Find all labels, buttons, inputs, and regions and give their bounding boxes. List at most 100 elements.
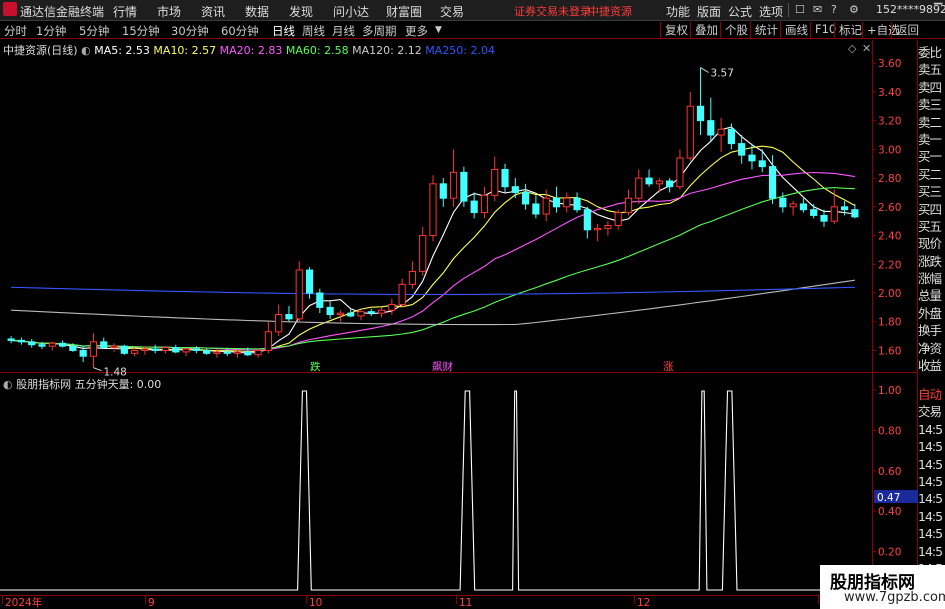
trade-label[interactable]: 交易 bbox=[918, 403, 945, 420]
toolbar-draw-button[interactable]: 画线 bbox=[780, 22, 808, 38]
quote-row[interactable]: 外盘 bbox=[918, 305, 945, 322]
auto-trade-label[interactable]: 自动 bbox=[918, 386, 945, 403]
quote-row[interactable]: 委比 bbox=[918, 44, 945, 61]
period-tab-60min[interactable]: 60分钟 bbox=[221, 23, 259, 39]
candle-body bbox=[48, 342, 56, 347]
candle-body bbox=[614, 212, 622, 226]
quote-row[interactable]: 买四 bbox=[918, 201, 945, 218]
candle-body bbox=[449, 171, 458, 199]
trade-login-status[interactable]: 证券交易未登录 bbox=[514, 3, 591, 19]
volume-spike-line bbox=[0, 390, 860, 591]
candle-body bbox=[141, 348, 149, 351]
y-tick-label: 3.60 bbox=[878, 58, 901, 70]
candle-body bbox=[336, 312, 344, 316]
menu-trade[interactable]: 交易 bbox=[440, 3, 464, 20]
candle-body bbox=[583, 209, 591, 231]
period-tab-daily[interactable]: 日线 bbox=[272, 23, 295, 39]
quote-row[interactable]: 卖四 bbox=[918, 79, 945, 96]
settings-icon[interactable]: ⚙ bbox=[849, 3, 859, 16]
menu-wealth-circle[interactable]: 财富圈 bbox=[386, 3, 422, 20]
quote-row[interactable]: 买三 bbox=[918, 183, 945, 200]
quote-row[interactable]: 净资 bbox=[918, 340, 945, 357]
candle-body bbox=[851, 209, 859, 218]
quote-row[interactable]: 买二 bbox=[918, 166, 945, 183]
period-tab-15min[interactable]: 15分钟 bbox=[122, 23, 160, 39]
x-tick-label: 10 bbox=[309, 597, 322, 609]
tick-sidebar: 自动 交易 14:5 14:5 14:5 14:5 14:5 14:5 14:5… bbox=[918, 386, 945, 595]
candle-body bbox=[89, 341, 98, 357]
menu-options[interactable]: 选项 bbox=[759, 3, 783, 20]
quote-row[interactable]: 卖一 bbox=[918, 131, 945, 148]
menu-formula[interactable]: 公式 bbox=[728, 3, 752, 20]
period-tab-30min[interactable]: 30分钟 bbox=[171, 23, 209, 39]
quote-row[interactable]: 卖五 bbox=[918, 61, 945, 78]
candle-body bbox=[511, 186, 519, 193]
ma250-label: MA250: 2.04 bbox=[425, 44, 496, 57]
menu-layout[interactable]: 版面 bbox=[697, 3, 721, 20]
quote-sidebar: 委比 卖五 卖四 卖三 卖二 卖一 买一 买二 买三 买四 买五 现价 涨跌 涨… bbox=[918, 44, 945, 374]
app-logo-icon bbox=[3, 2, 17, 16]
current-stock-name: 中捷资源 bbox=[588, 5, 632, 18]
minimize-icon[interactable]: ▔ bbox=[934, 3, 942, 16]
period-tab-monthly[interactable]: 月线 bbox=[332, 23, 355, 39]
indicator-settings-icon[interactable]: ◐ bbox=[81, 44, 91, 57]
period-tab-more[interactable]: 更多 bbox=[405, 23, 428, 39]
close-panel-icon[interactable]: ✕ bbox=[862, 42, 871, 55]
menu-market[interactable]: 市场 bbox=[157, 3, 181, 20]
candle-body bbox=[573, 197, 581, 211]
candle-body bbox=[552, 197, 561, 208]
toolbar-stats-button[interactable]: 统计 bbox=[750, 22, 778, 38]
y-tick-label: 2.60 bbox=[878, 202, 901, 214]
sub-indicator-label: 股朋指标网 五分钟天量: 0.00 bbox=[16, 378, 162, 391]
toolbar-f10-button[interactable]: F10 bbox=[810, 22, 836, 38]
collapse-icon[interactable]: ◇ bbox=[848, 42, 856, 55]
menu-market-quotes[interactable]: 行情 bbox=[113, 3, 137, 20]
quote-row[interactable]: 总量 bbox=[918, 287, 945, 304]
quote-row[interactable]: 买五 bbox=[918, 218, 945, 235]
message-icon[interactable]: ✉ bbox=[813, 3, 822, 16]
period-tab-intraday[interactable]: 分时 bbox=[4, 23, 27, 39]
candle-body bbox=[738, 143, 746, 156]
toolbar-adjust-button[interactable]: 复权 bbox=[660, 22, 688, 38]
kline-chart[interactable]: 3.60 3.40 3.20 3.00 2.80 2.60 2.40 2.20 2.00 1.80… bbox=[0, 40, 945, 609]
candle-body bbox=[768, 166, 777, 199]
period-tab-weekly[interactable]: 周线 bbox=[302, 23, 325, 39]
candle-body bbox=[707, 120, 715, 136]
menu-discover[interactable]: 发现 bbox=[289, 3, 313, 20]
quote-row[interactable]: 卖三 bbox=[918, 96, 945, 113]
period-tab-multi[interactable]: 多周期 bbox=[362, 23, 397, 39]
candle-body bbox=[377, 309, 386, 314]
help-icon[interactable]: ? bbox=[831, 3, 837, 16]
menu-function[interactable]: 功能 bbox=[666, 3, 690, 20]
menu-news[interactable]: 资讯 bbox=[201, 3, 225, 20]
menu-ask-xiaoda[interactable]: 问小达 bbox=[333, 3, 369, 20]
candle-body bbox=[223, 351, 231, 354]
sub-y-tick-label: 0.40 bbox=[878, 506, 901, 518]
quote-row[interactable]: 涨跌 bbox=[918, 253, 945, 270]
quote-row[interactable]: 卖二 bbox=[918, 114, 945, 131]
period-tab-5min[interactable]: 5分钟 bbox=[79, 23, 109, 39]
quote-row[interactable]: 现价 bbox=[918, 235, 945, 252]
ma120-label: MA120: 2.12 bbox=[352, 44, 422, 57]
candle-body bbox=[172, 347, 180, 353]
quote-row[interactable]: 换手 bbox=[918, 322, 945, 339]
period-tab-1min[interactable]: 1分钟 bbox=[36, 23, 66, 39]
quote-row[interactable]: 买一 bbox=[918, 148, 945, 165]
toolbar-overlay-button[interactable]: 叠加 bbox=[690, 22, 718, 38]
candle-body bbox=[316, 292, 324, 308]
candle-body bbox=[676, 157, 684, 188]
quote-row[interactable]: 收益 bbox=[918, 357, 945, 374]
skin-icon[interactable]: ☐ bbox=[795, 3, 805, 16]
toolbar-back-button[interactable]: 返回 bbox=[891, 22, 919, 38]
quote-row[interactable]: 涨幅 bbox=[918, 270, 945, 287]
period-toolbar: 分时 1分钟 5分钟 15分钟 30分钟 60分钟 日线 周线 月线 多周期 更… bbox=[0, 21, 945, 39]
toolbar-stock-button[interactable]: 个股 bbox=[720, 22, 748, 38]
candle-body bbox=[38, 344, 46, 347]
candle-body bbox=[182, 348, 190, 353]
menu-bar: 通达信金融终端 行情 市场 资讯 数据 发现 问小达 财富圈 交易 证券交易未登… bbox=[0, 0, 945, 21]
toolbar-mark-button[interactable]: 标记 bbox=[834, 22, 862, 38]
sub-settings-icon[interactable]: ◐ bbox=[3, 378, 13, 391]
menu-data[interactable]: 数据 bbox=[245, 3, 269, 20]
candle-body bbox=[480, 194, 489, 214]
more-chevron-icon[interactable]: ▼ bbox=[435, 25, 442, 35]
